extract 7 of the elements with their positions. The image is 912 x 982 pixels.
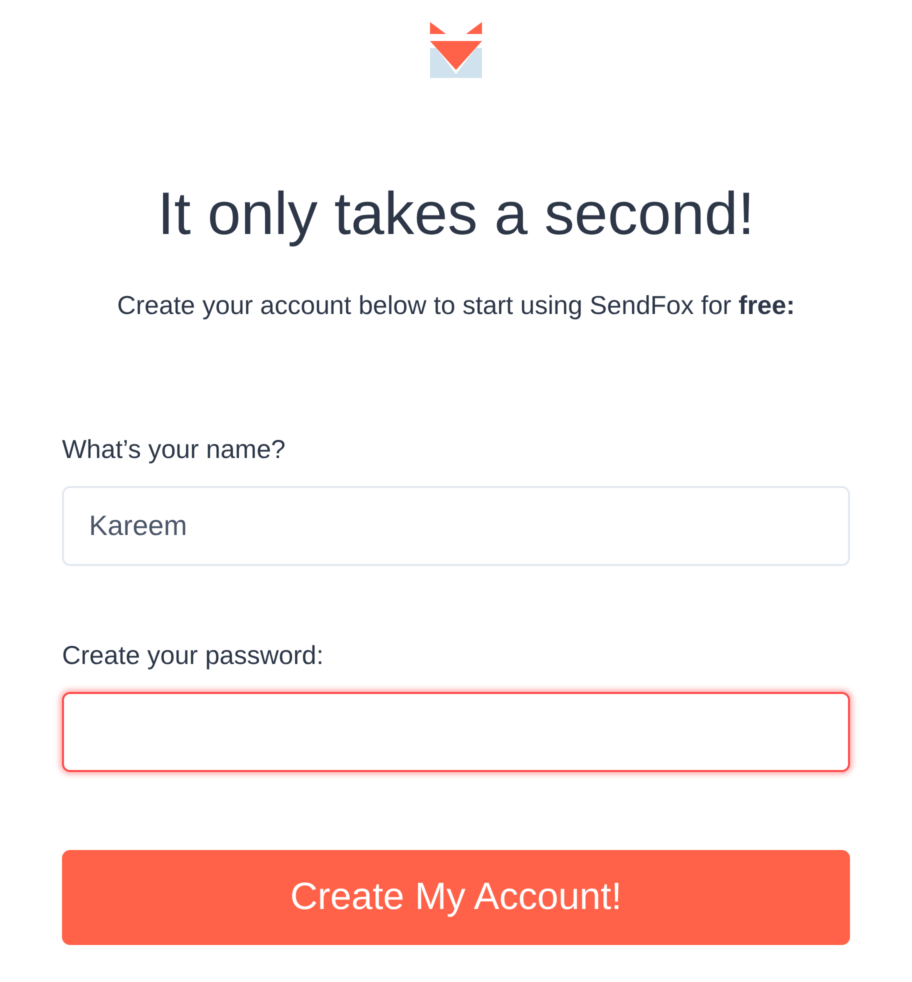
fox-envelope-logo xyxy=(430,20,482,78)
subtitle-text: Create your account below to start using SendFox for free: xyxy=(117,289,795,322)
field-label: What’s your name? xyxy=(62,433,287,466)
input-field[interactable] xyxy=(62,692,850,772)
input-field[interactable]: Kareem xyxy=(62,486,850,566)
field-label: Create your password: xyxy=(62,639,325,672)
page-heading: It only takes a second! xyxy=(157,179,754,249)
